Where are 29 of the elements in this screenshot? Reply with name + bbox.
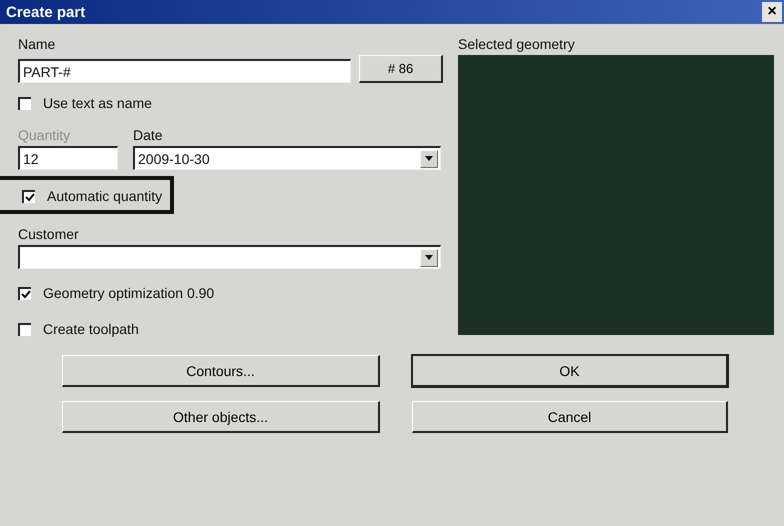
- checkbox[interactable]: [18, 286, 31, 300]
- caret-icon: [425, 156, 433, 161]
- date-dropdown[interactable]: 2009-10-30: [133, 146, 441, 170]
- preview-label: Selected geometry: [458, 36, 576, 52]
- checkbox-label: Geometry optimization 0.90: [43, 285, 214, 301]
- dialog-button[interactable]: Contours...: [62, 355, 380, 387]
- window-title: Create part: [6, 4, 86, 20]
- checkbox[interactable]: [22, 190, 35, 202]
- checkbox[interactable]: [18, 322, 31, 336]
- field-label: Customer: [18, 226, 80, 242]
- customer-dropdown[interactable]: [18, 245, 441, 269]
- dialog-button[interactable]: Cancel: [412, 401, 728, 433]
- field-label: Quantity: [18, 127, 72, 143]
- checkbox[interactable]: [18, 96, 31, 110]
- dialog-button[interactable]: OK: [412, 355, 728, 387]
- checkbox-label: Use text as name: [43, 95, 152, 111]
- check-icon: [20, 290, 30, 298]
- number-button[interactable]: # 86: [359, 55, 443, 83]
- dropdown-button[interactable]: [420, 248, 438, 266]
- checkbox-label: Create toolpath: [43, 321, 139, 337]
- checkbox-label: Automatic quantity: [47, 188, 162, 204]
- caret-icon: [425, 255, 433, 260]
- dropdown-button[interactable]: [420, 150, 438, 168]
- close-button[interactable]: ×: [762, 2, 782, 22]
- field-label: Date: [133, 127, 164, 143]
- check-icon: [24, 192, 34, 202]
- name-field[interactable]: PART-#: [18, 59, 352, 83]
- dialog-button[interactable]: Other objects...: [62, 401, 380, 433]
- field-label: Name: [18, 36, 56, 52]
